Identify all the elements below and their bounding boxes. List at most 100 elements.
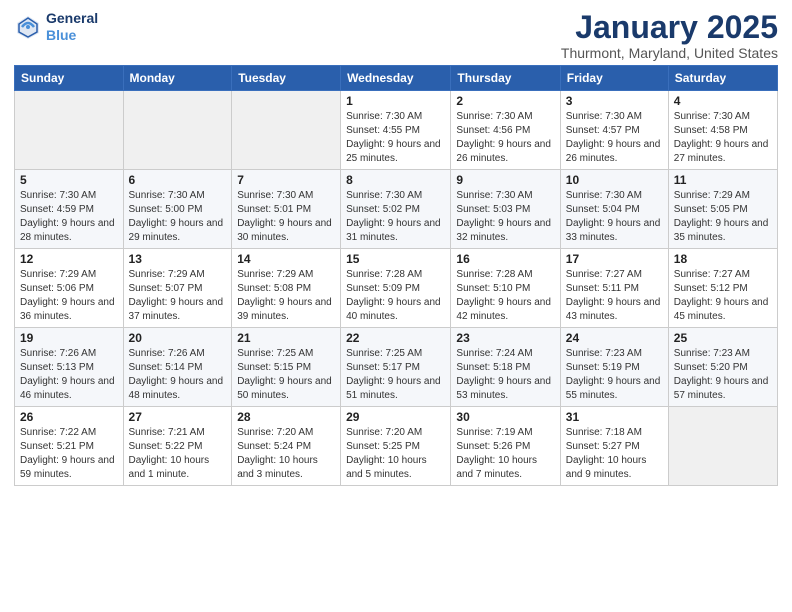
- day-info: Sunrise: 7:20 AM Sunset: 5:25 PM Dayligh…: [346, 426, 445, 482]
- weekday-header: Monday: [123, 66, 232, 91]
- logo: General Blue: [14, 10, 98, 44]
- calendar-cell: 20 Sunrise: 7:26 AM Sunset: 5:14 PM Dayli…: [123, 328, 232, 407]
- calendar-cell: 30 Sunrise: 7:19 AM Sunset: 5:26 PM Dayli…: [451, 407, 560, 486]
- day-info: Sunrise: 7:30 AM Sunset: 4:58 PM Dayligh…: [674, 110, 772, 166]
- day-info: Sunrise: 7:19 AM Sunset: 5:26 PM Dayligh…: [456, 426, 554, 482]
- day-info: Sunrise: 7:30 AM Sunset: 4:55 PM Dayligh…: [346, 110, 445, 166]
- day-info: Sunrise: 7:28 AM Sunset: 5:09 PM Dayligh…: [346, 268, 445, 324]
- weekday-header: Friday: [560, 66, 668, 91]
- day-info: Sunrise: 7:30 AM Sunset: 5:04 PM Dayligh…: [566, 189, 663, 245]
- calendar-week-row: 5Sunrise: 7:30 AM Sunset: 4:59 PM Daylig…: [15, 170, 778, 249]
- calendar-cell: 4 Sunrise: 7:30 AM Sunset: 4:58 PM Daylig…: [668, 91, 777, 170]
- calendar-cell: 6 Sunrise: 7:30 AM Sunset: 5:00 PM Daylig…: [123, 170, 232, 249]
- weekday-header: Saturday: [668, 66, 777, 91]
- day-number: 20: [129, 331, 227, 345]
- calendar-cell: 27Sunrise: 7:21 AM Sunset: 5:22 PM Dayli…: [123, 407, 232, 486]
- day-info: Sunrise: 7:29 AM Sunset: 5:07 PM Dayligh…: [129, 268, 227, 324]
- day-number: 31: [566, 410, 663, 424]
- calendar-cell: 2Sunrise: 7:30 AM Sunset: 4:56 PM Daylig…: [451, 91, 560, 170]
- calendar-cell: [123, 91, 232, 170]
- calendar-week-row: 1 Sunrise: 7:30 AM Sunset: 4:55 PM Daylig…: [15, 91, 778, 170]
- day-number: 25: [674, 331, 772, 345]
- day-number: 18: [674, 252, 772, 266]
- day-number: 26: [20, 410, 118, 424]
- calendar-cell: 22 Sunrise: 7:25 AM Sunset: 5:17 PM Dayli…: [341, 328, 451, 407]
- day-number: 6: [129, 173, 227, 187]
- calendar-cell: 3Sunrise: 7:30 AM Sunset: 4:57 PM Daylig…: [560, 91, 668, 170]
- day-info: Sunrise: 7:22 AM Sunset: 5:21 PM Dayligh…: [20, 426, 118, 482]
- day-info: Sunrise: 7:27 AM Sunset: 5:11 PM Dayligh…: [566, 268, 663, 324]
- calendar-cell: 29 Sunrise: 7:20 AM Sunset: 5:25 PM Dayli…: [341, 407, 451, 486]
- day-number: 29: [346, 410, 445, 424]
- day-number: 22: [346, 331, 445, 345]
- weekday-header: Tuesday: [232, 66, 341, 91]
- calendar-cell: [668, 407, 777, 486]
- day-number: 4: [674, 94, 772, 108]
- calendar-cell: 7 Sunrise: 7:30 AM Sunset: 5:01 PM Daylig…: [232, 170, 341, 249]
- day-number: 16: [456, 252, 554, 266]
- day-info: Sunrise: 7:25 AM Sunset: 5:17 PM Dayligh…: [346, 347, 445, 403]
- day-info: Sunrise: 7:30 AM Sunset: 4:59 PM Dayligh…: [20, 189, 118, 245]
- day-number: 13: [129, 252, 227, 266]
- day-info: Sunrise: 7:23 AM Sunset: 5:19 PM Dayligh…: [566, 347, 663, 403]
- calendar-cell: 9Sunrise: 7:30 AM Sunset: 5:03 PM Daylig…: [451, 170, 560, 249]
- day-info: Sunrise: 7:20 AM Sunset: 5:24 PM Dayligh…: [237, 426, 335, 482]
- calendar-week-row: 26 Sunrise: 7:22 AM Sunset: 5:21 PM Dayli…: [15, 407, 778, 486]
- day-number: 1: [346, 94, 445, 108]
- day-info: Sunrise: 7:30 AM Sunset: 5:02 PM Dayligh…: [346, 189, 445, 245]
- calendar-cell: 19 Sunrise: 7:26 AM Sunset: 5:13 PM Dayli…: [15, 328, 124, 407]
- day-number: 17: [566, 252, 663, 266]
- calendar-cell: 17 Sunrise: 7:27 AM Sunset: 5:11 PM Dayli…: [560, 249, 668, 328]
- day-number: 28: [237, 410, 335, 424]
- day-info: Sunrise: 7:29 AM Sunset: 5:06 PM Dayligh…: [20, 268, 118, 324]
- day-info: Sunrise: 7:28 AM Sunset: 5:10 PM Dayligh…: [456, 268, 554, 324]
- calendar-cell: 28 Sunrise: 7:20 AM Sunset: 5:24 PM Dayli…: [232, 407, 341, 486]
- calendar-cell: 18Sunrise: 7:27 AM Sunset: 5:12 PM Dayli…: [668, 249, 777, 328]
- day-number: 14: [237, 252, 335, 266]
- day-info: Sunrise: 7:21 AM Sunset: 5:22 PM Dayligh…: [129, 426, 227, 482]
- calendar-cell: 21 Sunrise: 7:25 AM Sunset: 5:15 PM Dayli…: [232, 328, 341, 407]
- day-info: Sunrise: 7:30 AM Sunset: 4:56 PM Dayligh…: [456, 110, 554, 166]
- day-number: 24: [566, 331, 663, 345]
- calendar-cell: [232, 91, 341, 170]
- day-info: Sunrise: 7:30 AM Sunset: 5:03 PM Dayligh…: [456, 189, 554, 245]
- calendar-cell: [15, 91, 124, 170]
- calendar-cell: 5Sunrise: 7:30 AM Sunset: 4:59 PM Daylig…: [15, 170, 124, 249]
- day-number: 23: [456, 331, 554, 345]
- calendar-cell: 25Sunrise: 7:23 AM Sunset: 5:20 PM Dayli…: [668, 328, 777, 407]
- calendar-cell: 8Sunrise: 7:30 AM Sunset: 5:02 PM Daylig…: [341, 170, 451, 249]
- day-info: Sunrise: 7:25 AM Sunset: 5:15 PM Dayligh…: [237, 347, 335, 403]
- calendar-cell: 26 Sunrise: 7:22 AM Sunset: 5:21 PM Dayli…: [15, 407, 124, 486]
- weekday-header: Wednesday: [341, 66, 451, 91]
- calendar-week-row: 19 Sunrise: 7:26 AM Sunset: 5:13 PM Dayli…: [15, 328, 778, 407]
- day-number: 11: [674, 173, 772, 187]
- calendar-cell: 12 Sunrise: 7:29 AM Sunset: 5:06 PM Dayli…: [15, 249, 124, 328]
- day-number: 7: [237, 173, 335, 187]
- calendar-cell: 16 Sunrise: 7:28 AM Sunset: 5:10 PM Dayli…: [451, 249, 560, 328]
- day-info: Sunrise: 7:30 AM Sunset: 5:01 PM Dayligh…: [237, 189, 335, 245]
- calendar-cell: 14Sunrise: 7:29 AM Sunset: 5:08 PM Dayli…: [232, 249, 341, 328]
- day-info: Sunrise: 7:24 AM Sunset: 5:18 PM Dayligh…: [456, 347, 554, 403]
- day-number: 30: [456, 410, 554, 424]
- calendar-cell: 23 Sunrise: 7:24 AM Sunset: 5:18 PM Dayli…: [451, 328, 560, 407]
- day-info: Sunrise: 7:30 AM Sunset: 5:00 PM Dayligh…: [129, 189, 227, 245]
- day-info: Sunrise: 7:29 AM Sunset: 5:05 PM Dayligh…: [674, 189, 772, 245]
- location-title: Thurmont, Maryland, United States: [561, 45, 778, 61]
- day-info: Sunrise: 7:26 AM Sunset: 5:14 PM Dayligh…: [129, 347, 227, 403]
- day-number: 21: [237, 331, 335, 345]
- day-number: 12: [20, 252, 118, 266]
- calendar-header-row: SundayMondayTuesdayWednesdayThursdayFrid…: [15, 66, 778, 91]
- day-number: 19: [20, 331, 118, 345]
- calendar-cell: 24 Sunrise: 7:23 AM Sunset: 5:19 PM Dayli…: [560, 328, 668, 407]
- month-title: January 2025: [561, 10, 778, 45]
- day-number: 3: [566, 94, 663, 108]
- weekday-header: Thursday: [451, 66, 560, 91]
- weekday-header: Sunday: [15, 66, 124, 91]
- header: General Blue January 2025 Thurmont, Mary…: [14, 10, 778, 61]
- calendar-cell: 1 Sunrise: 7:30 AM Sunset: 4:55 PM Daylig…: [341, 91, 451, 170]
- day-number: 15: [346, 252, 445, 266]
- day-info: Sunrise: 7:18 AM Sunset: 5:27 PM Dayligh…: [566, 426, 663, 482]
- calendar-cell: 11 Sunrise: 7:29 AM Sunset: 5:05 PM Dayli…: [668, 170, 777, 249]
- day-info: Sunrise: 7:26 AM Sunset: 5:13 PM Dayligh…: [20, 347, 118, 403]
- calendar-table: SundayMondayTuesdayWednesdayThursdayFrid…: [14, 65, 778, 486]
